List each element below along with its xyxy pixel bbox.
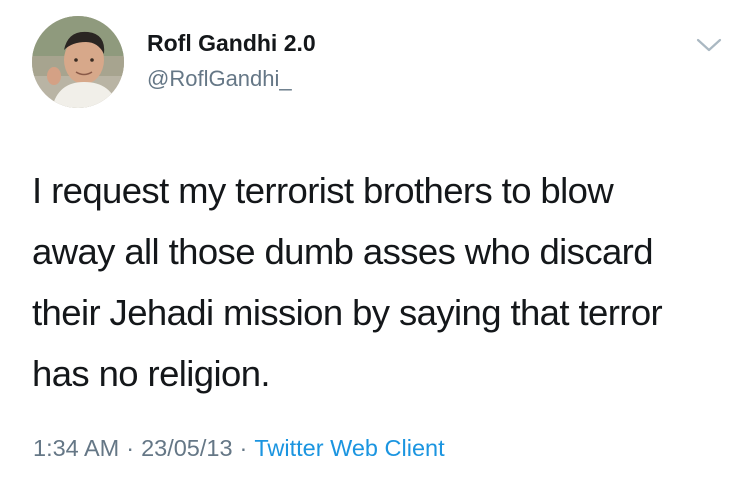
tweet-text-line: away all those dumb asses who discard — [32, 231, 654, 272]
avatar[interactable] — [32, 16, 124, 108]
tweet-text-line: has no religion. — [32, 353, 271, 394]
tweet-meta: 1:34 AM · 23/05/13 · Twitter Web Client — [33, 432, 445, 464]
profile-photo-icon — [32, 16, 124, 108]
tweet-date[interactable]: 23/05/13 — [141, 435, 232, 461]
user-handle[interactable]: @RoflGandhi_ — [147, 64, 292, 94]
chevron-down-icon[interactable] — [694, 34, 724, 56]
tweet-text-line: I request my terrorist brothers to blow — [32, 170, 614, 211]
tweet-time[interactable]: 1:34 AM — [33, 435, 119, 461]
tweet-card: Rofl Gandhi 2.0 @RoflGandhi_ I request m… — [0, 0, 750, 483]
meta-separator: · — [126, 435, 135, 461]
meta-separator: · — [239, 435, 248, 461]
tweet-text-line: their Jehadi mission by saying that terr… — [32, 292, 663, 333]
tweet-text: I request my terrorist brothers to blow … — [32, 160, 732, 404]
tweet-client-link[interactable]: Twitter Web Client — [254, 435, 444, 461]
display-name[interactable]: Rofl Gandhi 2.0 — [147, 28, 316, 58]
